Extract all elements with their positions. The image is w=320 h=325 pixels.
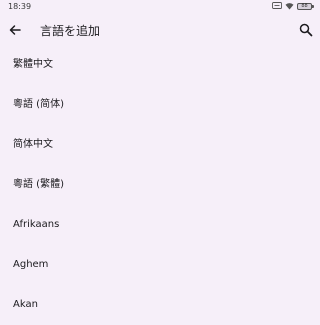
language-item[interactable]: Akan — [0, 285, 320, 325]
status-bar: 18:39 88 — [0, 0, 320, 14]
language-item[interactable]: 粵語 (简体) — [0, 85, 320, 125]
language-list: 繁體中文 粵語 (简体) 简体中文 粵語 (繁體) Afrikaans Aghe… — [0, 45, 320, 325]
wifi-icon — [285, 2, 294, 10]
search-icon[interactable] — [298, 22, 314, 38]
battery-level: 88 — [301, 2, 308, 9]
language-item[interactable]: Aghem — [0, 245, 320, 285]
notification-icon — [272, 2, 282, 10]
language-item[interactable]: 繁體中文 — [0, 45, 320, 85]
app-bar: 言語を追加 — [0, 14, 320, 46]
language-item[interactable]: 简体中文 — [0, 125, 320, 165]
status-time: 18:39 — [8, 2, 32, 11]
language-item[interactable]: Afrikaans — [0, 205, 320, 245]
status-icons: 88 — [272, 2, 314, 10]
battery-icon: 88 — [297, 2, 314, 10]
language-item[interactable]: 粵語 (繁體) — [0, 165, 320, 205]
page-title: 言語を追加 — [40, 24, 101, 38]
arrow-back-icon[interactable] — [7, 22, 23, 38]
